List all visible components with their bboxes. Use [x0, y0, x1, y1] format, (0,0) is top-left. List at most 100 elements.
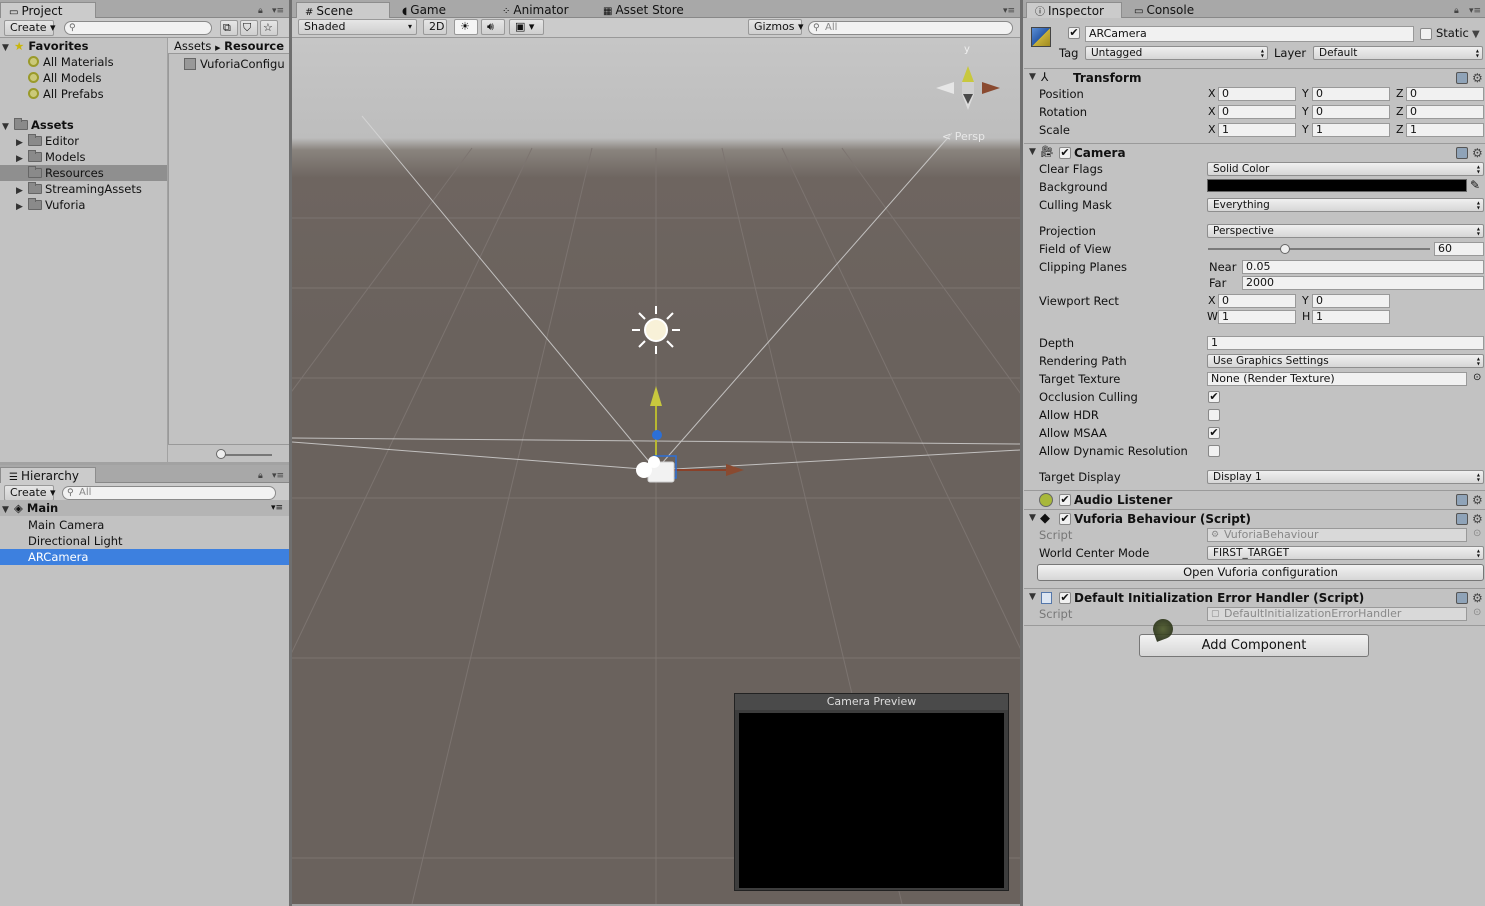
object-name-input[interactable]: ARCamera — [1085, 26, 1414, 42]
far-label[interactable]: Far — [1209, 275, 1226, 291]
lock-icon[interactable]: 🔒︎ — [258, 6, 263, 16]
axis-x-label[interactable]: X — [1208, 87, 1216, 101]
search-by-type-button[interactable]: ⧉ — [220, 20, 238, 36]
help-book-icon[interactable] — [1456, 592, 1468, 604]
axis-z-label[interactable]: Z — [1396, 87, 1404, 101]
near-label[interactable]: Near — [1209, 259, 1236, 275]
tab-project[interactable]: ▭ Project — [0, 2, 96, 18]
tab-console[interactable]: ▭ Console — [1126, 2, 1222, 18]
gear-icon[interactable]: ⚙ — [1472, 71, 1483, 85]
file-item[interactable]: VuforiaConfigu — [184, 56, 289, 72]
effects-dropdown[interactable]: ▣ ▾ — [509, 19, 544, 35]
tab-scene[interactable]: # Scene — [296, 2, 390, 18]
2d-toggle[interactable]: 2D — [423, 19, 447, 35]
persp-label[interactable]: < Persp — [942, 130, 985, 143]
gear-icon[interactable]: ⚙ — [1472, 493, 1483, 507]
lock-icon[interactable]: 🔒︎ — [258, 471, 263, 481]
audio-listener-header[interactable]: ✔ Audio Listener ⚙ — [1024, 490, 1485, 509]
project-create-button[interactable]: Create ▾ — [4, 20, 56, 36]
gear-icon[interactable]: ⚙ — [1472, 146, 1483, 160]
active-checkbox[interactable]: ✔ — [1068, 27, 1080, 39]
audio-toggle[interactable]: 🔊︎ — [481, 19, 505, 35]
project-search-input[interactable]: ⚲ — [64, 21, 212, 35]
favorites-header[interactable]: ▼ ★ Favorites — [2, 38, 88, 54]
assets-header[interactable]: ▼ Assets — [2, 117, 74, 133]
rendering-path-dropdown[interactable]: Use Graphics Settings — [1207, 354, 1484, 368]
vuforia-behaviour-header[interactable]: ▼ ◆ ✔ Vuforia Behaviour (Script) ⚙ — [1024, 509, 1485, 528]
help-book-icon[interactable] — [1456, 513, 1468, 525]
clear-flags-dropdown[interactable]: Solid Color — [1207, 162, 1484, 176]
allow-hdr-checkbox[interactable] — [1208, 409, 1220, 421]
slider-thumb[interactable] — [216, 449, 226, 459]
transform-header[interactable]: ▼ ⅄ Transform ⚙ — [1024, 68, 1485, 87]
object-picker-icon[interactable]: ⊙ — [1473, 372, 1481, 383]
error-handler-enabled-checkbox[interactable]: ✔ — [1059, 592, 1071, 604]
help-book-icon[interactable] — [1456, 147, 1468, 159]
tab-animator[interactable]: ⁘ Animator — [494, 2, 592, 18]
tab-hierarchy[interactable]: ☰ Hierarchy — [0, 467, 96, 483]
viewport-x-field[interactable]: 0 — [1218, 294, 1296, 308]
hierarchy-item[interactable]: Main Camera — [28, 517, 104, 533]
rotation-z-field[interactable]: 0 — [1406, 105, 1484, 119]
menu-icon[interactable]: ▾≡ — [1003, 6, 1015, 16]
eyedropper-icon[interactable]: ✎ — [1470, 178, 1480, 192]
scene-search-input[interactable]: ⚲ All — [808, 21, 1013, 35]
gear-icon[interactable]: ⚙ — [1472, 591, 1483, 605]
fold-arrow[interactable]: ▼ — [2, 502, 14, 518]
layer-dropdown[interactable]: Default — [1313, 46, 1483, 60]
position-y-field[interactable]: 0 — [1312, 87, 1390, 101]
folder-item-editor[interactable]: ▶ Editor — [16, 133, 79, 149]
lock-icon[interactable]: 🔒︎ — [1454, 6, 1459, 16]
folder-item-resources-selected[interactable]: Resources — [0, 165, 167, 181]
axis-x-label[interactable]: X — [1208, 294, 1216, 308]
viewport-w-field[interactable]: 1 — [1218, 310, 1296, 324]
fov-slider[interactable] — [1208, 242, 1430, 256]
tab-inspector[interactable]: ⓘ Inspector — [1026, 2, 1122, 18]
projection-dropdown[interactable]: Perspective — [1207, 224, 1484, 238]
target-display-dropdown[interactable]: Display 1 — [1207, 470, 1484, 484]
favorite-star-button[interactable]: ☆ — [260, 20, 278, 36]
viewport-h-field[interactable]: 1 — [1312, 310, 1390, 324]
axis-x-label[interactable]: X — [1208, 123, 1216, 137]
allow-msaa-checkbox[interactable]: ✔ — [1208, 427, 1220, 439]
depth-field[interactable]: 1 — [1207, 336, 1484, 350]
world-center-mode-dropdown[interactable]: FIRST_TARGET — [1207, 546, 1484, 560]
axis-z-label[interactable]: Z — [1396, 123, 1404, 137]
static-checkbox[interactable] — [1420, 28, 1432, 40]
position-x-field[interactable]: 0 — [1218, 87, 1296, 101]
camera-enabled-checkbox[interactable]: ✔ — [1059, 147, 1071, 159]
scene-root-main[interactable]: ▼ ◈ Main ▾≡ — [0, 500, 289, 516]
axis-w-label[interactable]: W — [1207, 310, 1218, 324]
hierarchy-item[interactable]: Directional Light — [28, 533, 123, 549]
axis-z-label[interactable]: Z — [1396, 105, 1404, 119]
scale-x-field[interactable]: 1 — [1218, 123, 1296, 137]
audio-listener-enabled-checkbox[interactable]: ✔ — [1059, 494, 1071, 506]
viewport-y-field[interactable]: 0 — [1312, 294, 1390, 308]
far-field[interactable]: 2000 — [1242, 276, 1484, 290]
favorite-item[interactable]: All Models — [28, 70, 101, 86]
menu-icon[interactable]: ▾≡ — [272, 471, 284, 481]
hierarchy-create-button[interactable]: Create ▾ — [4, 485, 56, 501]
icon-size-slider[interactable] — [168, 444, 289, 462]
rotation-x-field[interactable]: 0 — [1218, 105, 1296, 119]
axis-h-label[interactable]: H — [1302, 310, 1310, 324]
fov-field[interactable]: 60 — [1434, 242, 1484, 256]
fold-arrow[interactable]: ▶ — [16, 199, 28, 215]
fold-arrow[interactable]: ▼ — [1029, 592, 1041, 602]
hierarchy-search-input[interactable]: ⚲ All — [62, 486, 276, 500]
fold-arrow[interactable]: ▼ — [1029, 72, 1041, 82]
open-vuforia-configuration-button[interactable]: Open Vuforia configuration — [1037, 564, 1484, 581]
scale-z-field[interactable]: 1 — [1406, 123, 1484, 137]
breadcrumb-current[interactable]: Resource — [224, 39, 284, 53]
vuforia-enabled-checkbox[interactable]: ✔ — [1059, 513, 1071, 525]
folder-item-streamingassets[interactable]: ▶ StreamingAssets — [16, 181, 142, 197]
menu-icon[interactable]: ▾≡ — [272, 6, 284, 16]
menu-icon[interactable]: ▾≡ — [271, 500, 283, 516]
axis-x-label[interactable]: X — [1208, 105, 1216, 119]
help-book-icon[interactable] — [1456, 494, 1468, 506]
position-z-field[interactable]: 0 — [1406, 87, 1484, 101]
fov-slider-thumb[interactable] — [1280, 244, 1291, 254]
tag-dropdown[interactable]: Untagged — [1085, 46, 1268, 60]
camera-header[interactable]: ▼ 🎥︎ ✔ Camera ⚙ — [1024, 143, 1485, 162]
tab-asset-store[interactable]: ▦ Asset Store — [595, 2, 693, 18]
